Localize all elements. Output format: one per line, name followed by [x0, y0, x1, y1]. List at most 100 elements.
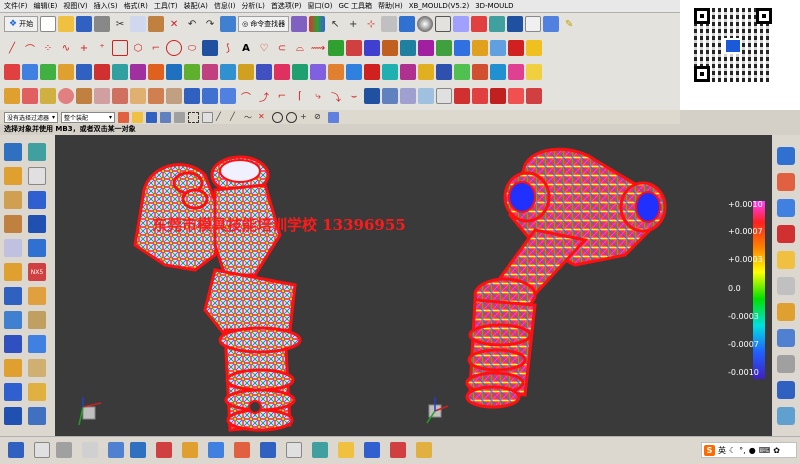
snap-existing-icon[interactable]: +	[300, 112, 311, 123]
start-button[interactable]: ❖ 开始	[4, 16, 39, 32]
offset-face-icon[interactable]: ⤴	[256, 88, 272, 104]
point-set-icon[interactable]: ⁘	[40, 40, 56, 56]
block-icon[interactable]	[4, 88, 20, 104]
menu-item[interactable]: 信息(I)	[214, 1, 236, 11]
bridge-curve-icon[interactable]: ⌓	[292, 40, 308, 56]
mold-insert-icon[interactable]	[28, 239, 46, 257]
menu-item[interactable]: 插入(S)	[94, 1, 118, 11]
paste-icon[interactable]	[148, 16, 165, 32]
layer-icon[interactable]	[489, 16, 506, 32]
extract-curve-icon[interactable]	[382, 40, 398, 56]
extension-icon[interactable]	[166, 64, 182, 80]
pad-icon[interactable]	[166, 88, 182, 104]
intersect-curve-icon[interactable]	[346, 40, 362, 56]
part-tab-icon[interactable]	[777, 199, 795, 217]
csys-icon[interactable]	[130, 442, 146, 458]
untrim-icon[interactable]	[328, 64, 344, 80]
snap-end-icon[interactable]: ╱	[216, 112, 227, 123]
standard-part-icon[interactable]	[4, 263, 22, 281]
circle-icon[interactable]	[166, 40, 182, 56]
sew-icon[interactable]	[274, 64, 290, 80]
component-new-icon[interactable]	[28, 215, 46, 233]
smooth-spline-icon[interactable]	[508, 40, 524, 56]
ellipse-icon[interactable]: ⬭	[184, 40, 200, 56]
menu-item[interactable]: 格式(R)	[124, 1, 148, 11]
divide-face-icon[interactable]	[346, 64, 362, 80]
sphere-icon[interactable]	[58, 88, 74, 104]
lifter-icon[interactable]	[4, 311, 22, 329]
snap-center-icon[interactable]	[272, 111, 283, 123]
print-icon[interactable]	[94, 16, 111, 32]
project-curve-icon[interactable]	[328, 40, 344, 56]
hole-icon[interactable]	[112, 88, 128, 104]
divide-curve-icon[interactable]	[436, 40, 452, 56]
text-icon[interactable]: A	[238, 40, 254, 56]
copy-icon[interactable]	[130, 16, 147, 32]
thicken-icon[interactable]: ⤷	[310, 88, 326, 104]
menu-item[interactable]: 编辑(E)	[34, 1, 58, 11]
view-trimetric-icon[interactable]	[108, 442, 124, 458]
nx5-tool-icon[interactable]: NX5	[28, 263, 46, 281]
pocket-icon[interactable]	[148, 88, 164, 104]
cut-icon[interactable]: ✂	[112, 16, 128, 32]
sub-insert-icon[interactable]	[28, 311, 46, 329]
assembly-navigator-icon[interactable]	[4, 143, 22, 161]
constraint-tab-icon[interactable]	[777, 173, 795, 191]
transition-icon[interactable]	[220, 64, 236, 80]
menu-item[interactable]: 装配(A)	[184, 1, 208, 11]
corner-curve-icon[interactable]: ⌐	[148, 40, 164, 56]
mold-tool-icon[interactable]	[526, 88, 542, 104]
edit-curve-icon[interactable]	[454, 40, 470, 56]
cooling-icon[interactable]	[4, 359, 22, 377]
wcs-icon[interactable]: ⊹	[363, 16, 379, 32]
section-view-icon[interactable]	[471, 16, 488, 32]
trim-body-icon[interactable]	[220, 88, 236, 104]
rectangle-icon[interactable]	[112, 40, 128, 56]
offset-surface-icon[interactable]	[148, 64, 164, 80]
chamfer-icon[interactable]	[202, 88, 218, 104]
mold-base-icon[interactable]	[4, 239, 22, 257]
assembly-tab-icon[interactable]	[777, 147, 795, 165]
open-folder-icon[interactable]	[58, 16, 75, 32]
ejector-pin-icon[interactable]	[4, 287, 22, 305]
four-point-surface-icon[interactable]	[4, 64, 20, 80]
palette-tab-icon[interactable]	[777, 407, 795, 425]
draft-icon[interactable]: ⌐	[274, 88, 290, 104]
measure-icon[interactable]	[338, 442, 354, 458]
change-edge-icon[interactable]	[472, 64, 488, 80]
face-analysis-icon[interactable]	[508, 64, 524, 80]
mesh-icon[interactable]	[418, 88, 434, 104]
wrap-curve-icon[interactable]	[400, 40, 416, 56]
fit-icon[interactable]	[234, 442, 250, 458]
menu-item[interactable]: 首选项(P)	[271, 1, 302, 11]
zoom-icon[interactable]	[260, 442, 276, 458]
arrange-icon[interactable]	[543, 16, 560, 32]
graphics-window[interactable]	[55, 135, 772, 436]
select-face-icon[interactable]	[174, 111, 185, 123]
shade-icon[interactable]	[364, 442, 380, 458]
delete-icon[interactable]: ✕	[166, 16, 182, 32]
menu-item[interactable]: 文件(F)	[4, 1, 28, 11]
i-form-icon[interactable]	[382, 64, 398, 80]
roles-icon[interactable]	[28, 191, 46, 209]
menu-item[interactable]: 3D-MOULD	[475, 2, 513, 10]
mold-gy-icon[interactable]	[454, 88, 470, 104]
mold-gy2-icon[interactable]	[472, 88, 488, 104]
patch-icon[interactable]	[292, 64, 308, 80]
subtract-icon[interactable]	[382, 88, 398, 104]
cursor-icon[interactable]: ↖	[327, 16, 343, 32]
selection-scope-dropdown[interactable]: 整个装配 ▾	[61, 111, 115, 123]
boss-icon[interactable]	[130, 88, 146, 104]
section-surface-icon[interactable]	[94, 64, 110, 80]
view-front-icon[interactable]	[8, 442, 24, 458]
menu-item[interactable]: 分析(L)	[241, 1, 264, 11]
split-body-icon[interactable]: ⌒	[238, 88, 254, 104]
input-method-bar[interactable]: S 英 ☾ °, ● ⌨ ✿	[701, 442, 797, 458]
snap-on-curve-icon[interactable]: ⊘	[314, 112, 325, 123]
new-file-icon[interactable]	[40, 16, 57, 32]
view-manager-icon[interactable]	[28, 407, 46, 425]
part-navigator-icon[interactable]	[4, 167, 22, 185]
unite-icon[interactable]	[364, 88, 380, 104]
intersect-icon[interactable]	[400, 88, 416, 104]
through-curves-icon[interactable]	[40, 64, 56, 80]
